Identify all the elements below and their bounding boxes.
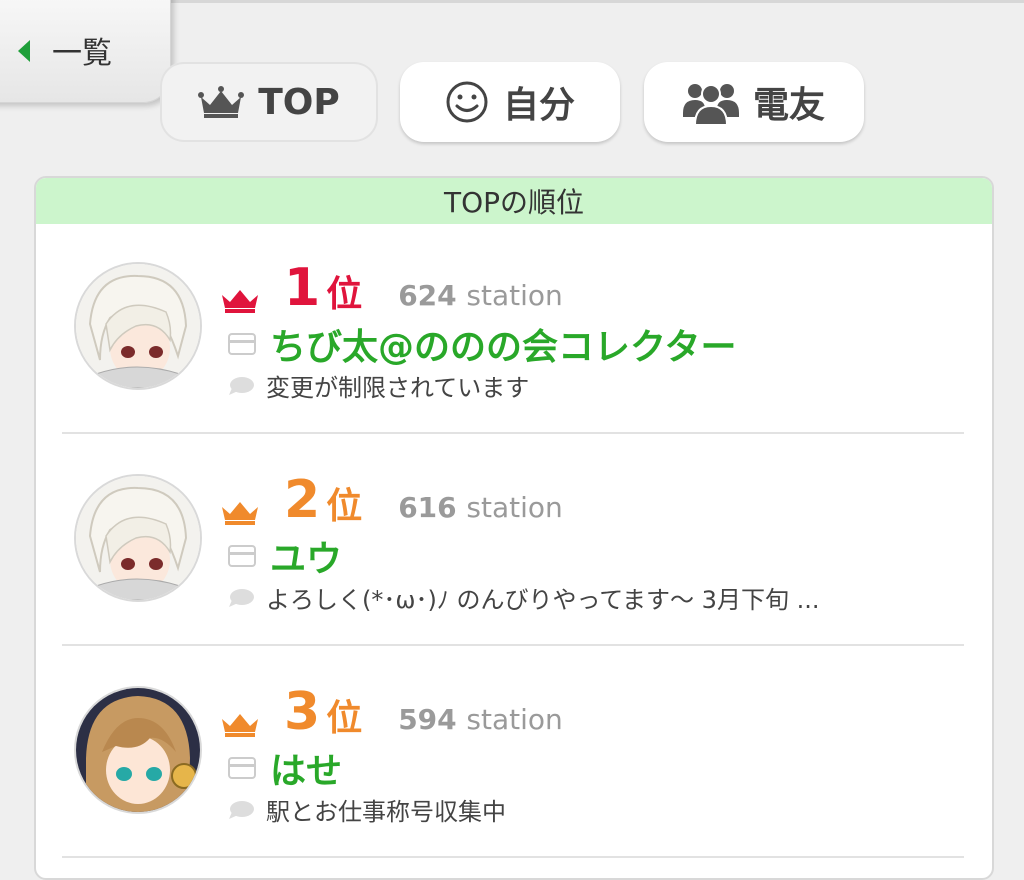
rank-number: 1 [284, 258, 321, 318]
ranking-row-3[interactable]: 3 位 594 station はせ 駅とお仕事称号収集中 [62, 648, 964, 858]
group-icon [682, 84, 739, 125]
user-comment: 駅とお仕事称号収集中 [266, 798, 506, 826]
ranking-title: TOPの順位 [36, 178, 992, 224]
tab-top-label: TOP [258, 81, 340, 123]
rank-suffix: 位 [326, 698, 363, 740]
station-count: 624 station [398, 278, 563, 312]
user-comment: よろしく(*･ω･)ﾉ のんびりやってます～ 3月下旬 ... [266, 586, 820, 614]
smiley-icon [446, 81, 488, 123]
speech-bubble-icon [229, 588, 254, 607]
back-arrow-icon [18, 40, 30, 62]
tab-self[interactable]: 自分 [400, 62, 620, 142]
ranking-panel: TOPの順位 1 位 624 station ちび太@ののの会コレクター 変更が… [34, 176, 994, 880]
speech-bubble-icon [229, 376, 254, 395]
crown-icon [222, 290, 258, 313]
avatar[interactable] [74, 474, 202, 602]
row-divider [62, 432, 964, 434]
user-name[interactable]: ちび太@ののの会コレクター [270, 318, 737, 370]
tab-friends-label: 電友 [752, 85, 825, 126]
station-count: 616 station [398, 490, 563, 524]
user-name[interactable]: はせ [270, 742, 342, 794]
row-divider [62, 644, 964, 646]
tab-top[interactable]: TOP [160, 62, 378, 142]
crown-icon [222, 714, 258, 737]
ranking-row-1[interactable]: 1 位 624 station ちび太@ののの会コレクター 変更が制限されていま… [62, 224, 964, 434]
back-to-list-button[interactable]: 一覧 [0, 0, 171, 103]
ranking-row-2[interactable]: 2 位 616 station ユウ よろしく(*･ω･)ﾉ のんびりやってます… [62, 436, 964, 646]
avatar[interactable] [74, 262, 202, 390]
user-name[interactable]: ユウ [270, 530, 342, 582]
rank-number: 3 [284, 682, 321, 742]
rank-suffix: 位 [326, 274, 363, 316]
crown-icon [198, 86, 245, 118]
back-label: 一覧 [52, 36, 112, 71]
rank-suffix: 位 [326, 486, 363, 528]
station-count: 594 station [398, 702, 563, 736]
tab-friends[interactable]: 電友 [644, 62, 864, 142]
speech-bubble-icon [229, 800, 254, 819]
crown-icon [222, 502, 258, 525]
avatar[interactable] [74, 686, 202, 814]
user-comment: 変更が制限されています [266, 374, 530, 402]
card-icon [228, 545, 256, 567]
tab-self-label: 自分 [502, 85, 575, 126]
rank-number: 2 [284, 470, 321, 530]
card-icon [228, 757, 256, 779]
card-icon [228, 333, 256, 355]
